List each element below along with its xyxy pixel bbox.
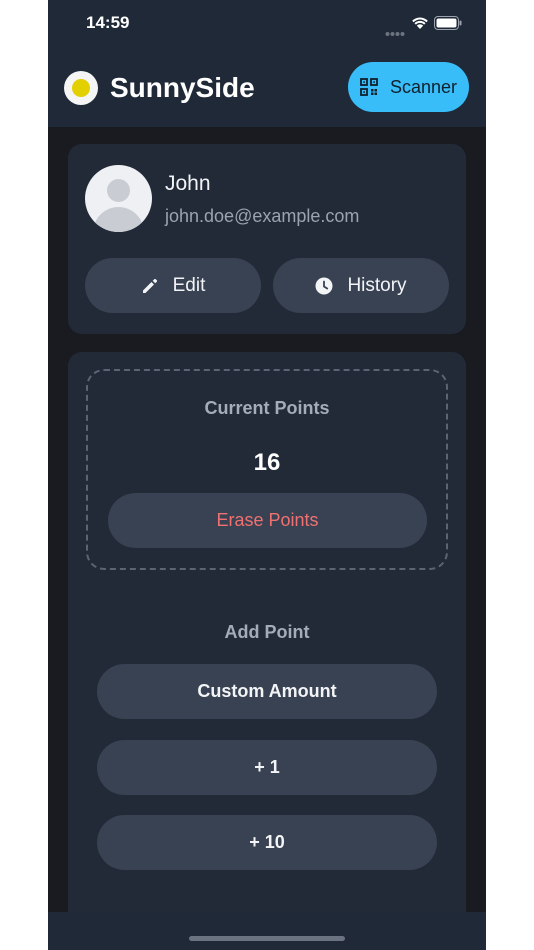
status-bar: 14:59 [48, 0, 486, 50]
app-name: SunnySide [110, 72, 255, 103]
edit-button[interactable]: Edit [85, 258, 261, 313]
avatar-placeholder-icon [85, 165, 152, 232]
custom-amount-button[interactable]: Custom Amount [97, 664, 437, 719]
add-one-button[interactable]: + 1 [97, 740, 437, 795]
scanner-button[interactable]: Scanner [348, 62, 469, 112]
battery-icon [434, 15, 462, 34]
top-bar: 14:59 SunnySide Scanner [48, 0, 486, 127]
current-points-value: 16 [253, 449, 281, 476]
wifi-icon [411, 15, 429, 34]
profile-card: John john.doe@example.com Edit History [68, 144, 466, 334]
history-button[interactable]: History [273, 258, 449, 313]
app-screen: 14:59 SunnySide Scanner John john.doe@ex… [48, 0, 486, 950]
erase-points-label: Erase Points [216, 510, 319, 530]
home-indicator[interactable] [189, 936, 345, 941]
add-one-label: + 1 [254, 757, 280, 777]
signal-icon [385, 22, 405, 41]
edit-label: Edit [172, 274, 206, 296]
pencil-icon [141, 277, 159, 295]
custom-amount-label: Custom Amount [197, 681, 337, 701]
erase-points-button[interactable]: Erase Points [108, 493, 427, 548]
status-time: 14:59 [86, 13, 130, 32]
brand: SunnySide [64, 70, 255, 106]
history-label: History [347, 274, 407, 296]
user-email: john.doe@example.com [165, 206, 360, 226]
add-point-label: Add Point [224, 622, 310, 642]
points-card: Current Points 16 Erase Points Add Point… [68, 352, 466, 932]
current-points-label: Current Points [204, 398, 330, 418]
clock-icon [315, 277, 333, 295]
bottom-bar [48, 912, 486, 950]
add-ten-label: + 10 [249, 832, 285, 852]
sun-logo-icon [64, 71, 98, 105]
add-ten-button[interactable]: + 10 [97, 815, 437, 870]
scanner-label: Scanner [389, 76, 458, 97]
qr-code-icon [360, 78, 378, 96]
current-points-panel: Current Points 16 Erase Points [86, 369, 448, 570]
user-name: John [165, 172, 211, 195]
